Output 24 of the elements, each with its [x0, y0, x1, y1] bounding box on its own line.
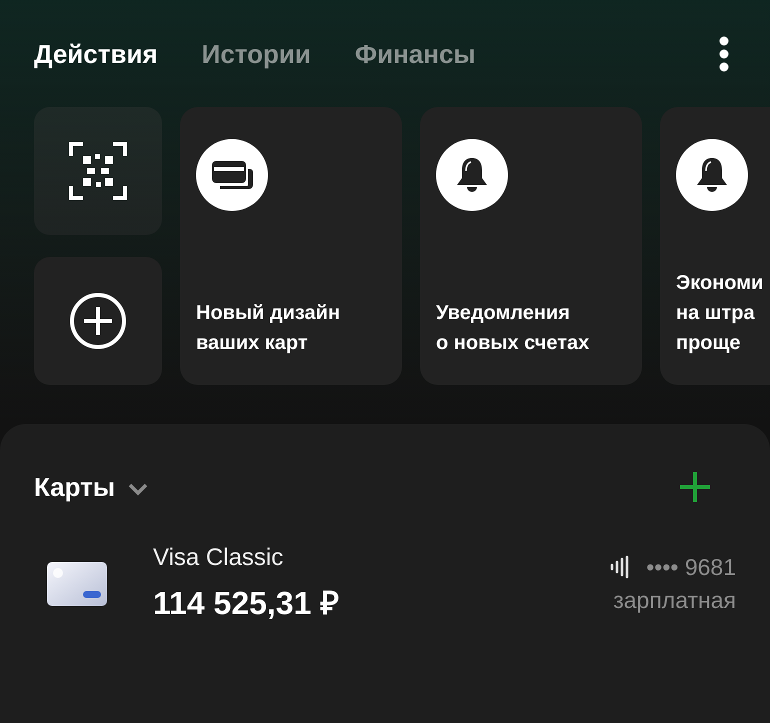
card-number: •••• 9681 — [646, 554, 736, 580]
story-card[interactable]: Экономи на штра проще — [660, 107, 770, 385]
section-title: Карты — [34, 472, 116, 502]
story-card[interactable]: Уведомления о новых счетах — [420, 107, 642, 385]
story-title: Экономи на штра проще — [676, 271, 764, 356]
scan-button[interactable] — [34, 107, 162, 235]
bell-icon — [676, 139, 748, 211]
story-title: Уведомления о новых счетах — [436, 301, 590, 356]
tab[interactable]: Действия — [34, 38, 158, 70]
bank-card-icon — [46, 560, 108, 606]
more-menu-icon[interactable] — [718, 36, 730, 72]
cards-icon — [196, 139, 268, 211]
add-button[interactable] — [34, 257, 162, 385]
card-name: Visa Classic — [153, 544, 284, 572]
add-circle-icon — [69, 292, 127, 350]
tab[interactable]: Истории — [202, 38, 311, 70]
bell-icon — [436, 139, 508, 211]
story-card[interactable]: Новый дизайн ваших карт — [180, 107, 402, 385]
qr-scan-icon — [69, 142, 127, 200]
tab[interactable]: Финансы — [354, 38, 476, 70]
story-title: Новый дизайн ваших карт — [196, 301, 342, 356]
add-icon[interactable] — [678, 470, 712, 504]
card-balance: 114 525,31 ₽ — [153, 584, 340, 623]
card-label: зарплатная — [613, 586, 736, 614]
